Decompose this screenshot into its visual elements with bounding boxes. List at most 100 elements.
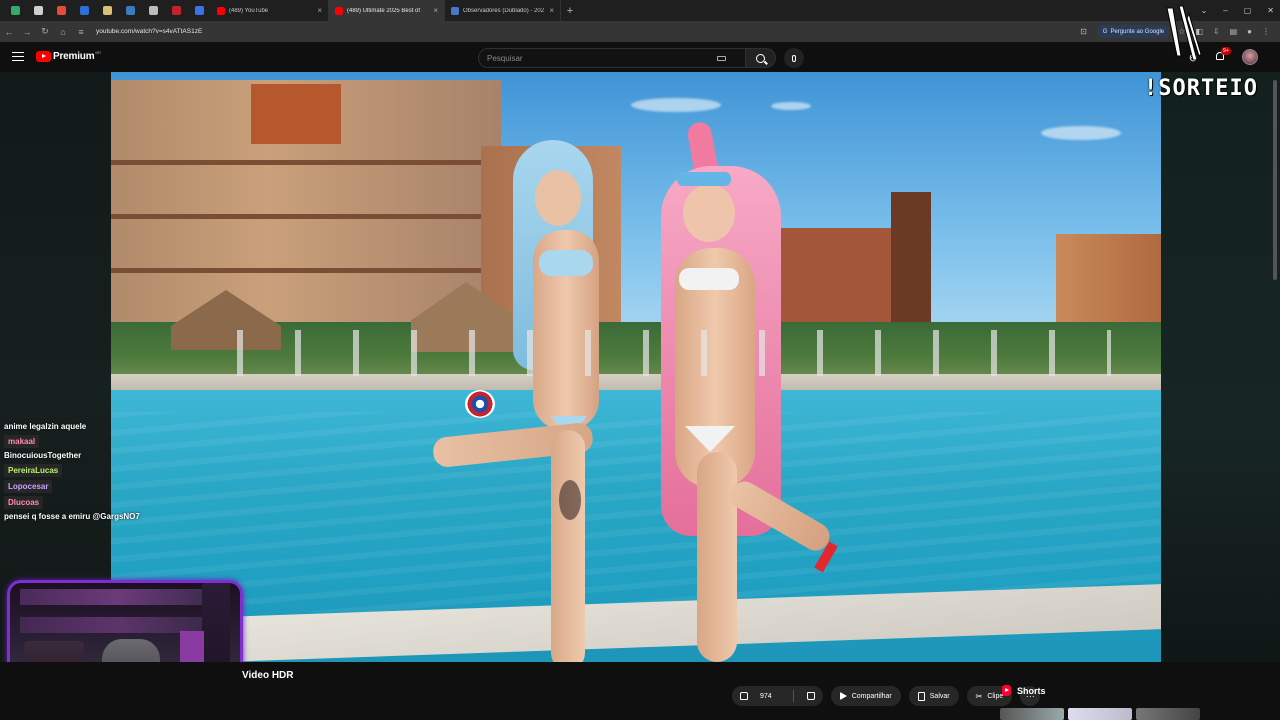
- like-button[interactable]: 974: [732, 686, 788, 706]
- youtube-logo[interactable]: Premium BR: [36, 50, 101, 62]
- pinned-tab[interactable]: [73, 0, 96, 21]
- tab-favicon-icon: [217, 6, 225, 15]
- doc-icon: [149, 6, 158, 15]
- share-icon: [839, 692, 847, 700]
- video-cloud: [771, 102, 811, 110]
- like-dislike-group: 974: [732, 686, 823, 706]
- new-tab-button[interactable]: +: [561, 5, 579, 17]
- tab-favicon-icon: [335, 6, 343, 15]
- home-icon[interactable]: ⌂: [54, 27, 72, 37]
- cosplayer-blue: [431, 130, 643, 662]
- profile-icon[interactable]: ●: [1247, 27, 1252, 36]
- window-controls: ⌄ – ▢ ✕: [1201, 0, 1274, 21]
- stream-right-panel: [1161, 72, 1280, 662]
- notifications-button[interactable]: 9+: [1214, 47, 1231, 63]
- save-label: Salvar: [929, 692, 950, 700]
- shield-icon: [103, 6, 112, 15]
- search-icon: [756, 53, 765, 63]
- notification-badge: 9+: [1221, 47, 1231, 55]
- chat-message: pensei q fosse a emiru @GargsNO7: [4, 512, 140, 521]
- chat-username: makaal: [4, 435, 40, 448]
- shorts-thumbnail[interactable]: [1068, 708, 1132, 720]
- steam-icon: [126, 6, 135, 15]
- tab-title: Observadores (Dublado) - 202: [463, 7, 545, 14]
- maximize-icon[interactable]: ▢: [1244, 6, 1252, 15]
- chat-user-row: Lopocesar: [4, 480, 164, 496]
- pinned-tab[interactable]: [119, 0, 142, 21]
- tab-close-icon[interactable]: ×: [433, 6, 438, 15]
- download-icon[interactable]: ⇩: [1213, 27, 1220, 36]
- chat-user-row: makaal: [4, 435, 164, 451]
- pinned-tab[interactable]: [188, 0, 211, 21]
- balcony-rail: [111, 268, 501, 273]
- sidebar-icon[interactable]: ▤: [1230, 27, 1238, 36]
- cosplayer-pink: [641, 120, 838, 662]
- tab-close-icon[interactable]: ×: [549, 6, 554, 15]
- save-icon: [917, 691, 925, 701]
- menu-icon[interactable]: ⋮: [1262, 27, 1270, 36]
- shield-float: [465, 390, 495, 418]
- shorts-section-header[interactable]: Shorts: [1002, 685, 1046, 696]
- pinned-tab[interactable]: [96, 0, 119, 21]
- shorts-thumbnail[interactable]: [1136, 708, 1200, 720]
- back-icon[interactable]: ←: [0, 27, 18, 37]
- streamer-logo: [1166, 5, 1202, 61]
- install-icon[interactable]: ⊡: [1080, 27, 1087, 36]
- menu-hamburger-icon[interactable]: [12, 52, 24, 61]
- google-icon: G: [1102, 28, 1108, 35]
- search-input[interactable]: [487, 53, 717, 63]
- minimize-icon[interactable]: –: [1223, 6, 1227, 15]
- reload-icon[interactable]: ↻: [36, 26, 54, 37]
- video-cloud: [1041, 126, 1121, 140]
- poolside-chairs: [211, 330, 1111, 376]
- chat-user-row: PereiraLucas: [4, 464, 164, 480]
- close-window-icon[interactable]: ✕: [1267, 6, 1274, 15]
- circle-red-icon: [57, 6, 66, 15]
- shorts-thumbnails: [1000, 708, 1200, 720]
- video-player[interactable]: [111, 72, 1161, 662]
- voice-search-button[interactable]: [784, 48, 804, 68]
- browser-tab[interactable]: Observadores (Dublado) - 202 ×: [445, 0, 561, 21]
- pinned-tab[interactable]: [27, 0, 50, 21]
- shorts-thumbnail[interactable]: [1000, 708, 1064, 720]
- chat-username: Dlucoas: [4, 496, 44, 509]
- chrome-icon: [34, 6, 43, 15]
- pin-red-icon: [172, 6, 181, 15]
- tab-close-icon[interactable]: ×: [317, 6, 322, 15]
- pinned-tab[interactable]: [4, 0, 27, 21]
- browser-tab[interactable]: (489) Ultimate 2025 Best of ×: [329, 0, 445, 21]
- tab-title: (489) YouTube: [229, 7, 269, 14]
- balcony-rail: [111, 214, 501, 219]
- chat-username: PereiraLucas: [4, 464, 63, 477]
- page-scrollbar[interactable]: [1273, 80, 1277, 280]
- keyboard-icon[interactable]: [717, 55, 726, 61]
- premium-label: Premium: [53, 51, 95, 62]
- chat-overlay: anime legalzin aquele makaal BinocuiousTog…: [4, 422, 164, 525]
- thumbs-up-icon: [740, 692, 748, 700]
- tab-list: (489) YouTube × (489) Ultimate 2025 Best o…: [211, 0, 561, 21]
- pinned-tab[interactable]: [142, 0, 165, 21]
- search-box: [478, 48, 746, 68]
- chat-username: Lopocesar: [4, 480, 53, 493]
- pinned-tab[interactable]: [50, 0, 73, 21]
- region-label: BR: [95, 50, 101, 55]
- google-ask-pill[interactable]: G Pergunte ao Google: [1096, 25, 1171, 38]
- forward-icon[interactable]: →: [18, 27, 36, 37]
- dislike-button[interactable]: [799, 686, 823, 706]
- chat-username-label: makaal: [8, 437, 36, 446]
- video-cloud: [631, 98, 721, 112]
- avatar[interactable]: [1242, 49, 1258, 65]
- chat-username-label: PereiraLucas: [8, 466, 59, 475]
- pinned-tab[interactable]: [165, 0, 188, 21]
- url-field[interactable]: youtube.com/watch?v=s4vATtAS1zE: [96, 28, 1080, 35]
- search-button[interactable]: [746, 48, 776, 68]
- site-info-icon[interactable]: ≡: [72, 27, 90, 37]
- chat-username-label: Lopocesar: [8, 482, 49, 491]
- share-button[interactable]: Compartilhar: [830, 686, 901, 706]
- browser-tab[interactable]: (489) YouTube ×: [211, 0, 329, 21]
- address-bar-right: ⊡: [1080, 27, 1087, 36]
- video-info-bar: Video HDR 974 Compartilhar Salvar ✂ Clip…: [0, 662, 1280, 720]
- pinned-tabs: [0, 0, 211, 21]
- scissors-icon: ✂: [975, 691, 983, 701]
- save-button[interactable]: Salvar: [908, 686, 959, 706]
